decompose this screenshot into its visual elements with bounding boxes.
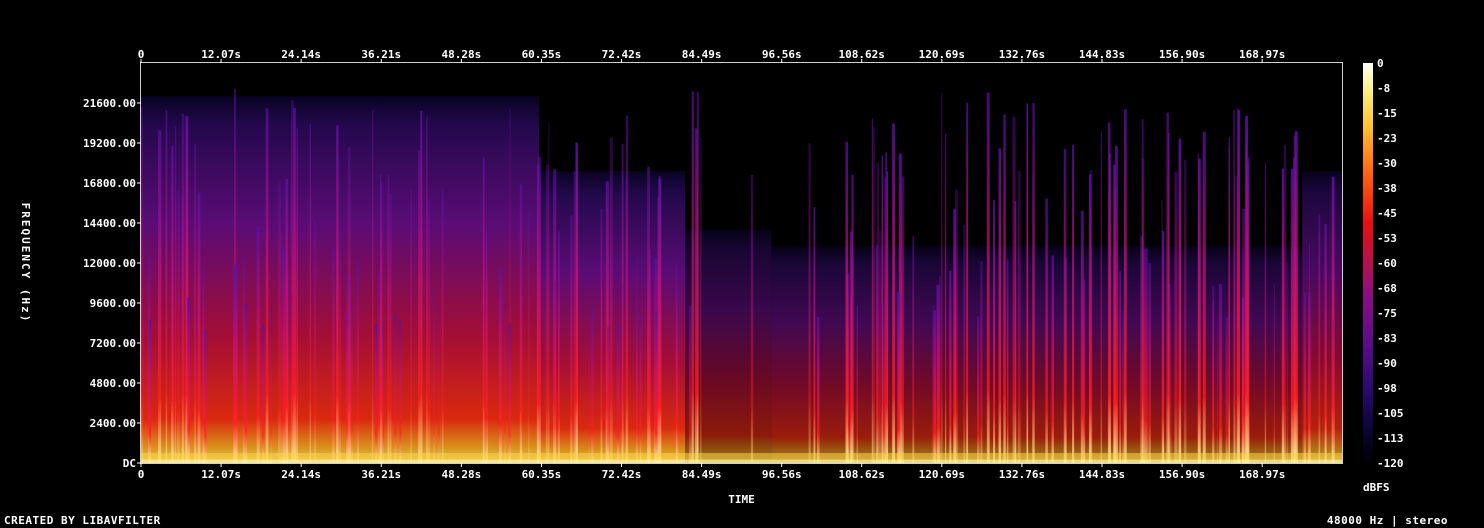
colorbar-tick-label: -15 [1377,107,1397,120]
x-tick-bottom-label: 144.83s [1079,468,1125,481]
colorbar-tick-label: -45 [1377,207,1397,220]
y-tick-label: 19200.00 [83,137,136,150]
y-tick-label: 12000.00 [83,257,136,270]
y-tick-label: 14400.00 [83,217,136,230]
x-tick-bottom-label: 36.21s [361,468,401,481]
y-axis: DC 2400.00 4800.00 7200.00 9600.00 12000.00 14… [83,97,141,470]
x-tick-bottom-label: 120.69s [919,468,965,481]
y-axis-label: FREQUENCY (Hz) [19,203,32,324]
x-tick-bottom-label: 156.90s [1159,468,1205,481]
colorbar [1363,63,1373,463]
x-tick-top-label: 108.62s [839,48,885,61]
colorbar-tick-label: -98 [1377,382,1397,395]
x-axis-bottom: 0 12.07s 24.14s 36.21s 48.28s 60.35s 72.42s 84.… [138,463,1285,481]
colorbar-tick-label: -90 [1377,357,1397,370]
footer-sample-info: 48000 Hz | stereo [1326,514,1448,527]
colorbar-tick-label: -83 [1377,332,1397,345]
colorbar-tick-label: -38 [1377,182,1397,195]
x-tick-top-label: 96.56s [762,48,802,61]
x-tick-bottom-label: 84.49s [682,468,722,481]
colorbar-tick-label: -120 [1377,457,1404,470]
plot-area [141,63,1342,464]
x-tick-top-label: 48.28s [441,48,481,61]
x-tick-bottom-label: 24.14s [281,468,321,481]
y-tick-label: 21600.00 [83,97,136,110]
footer-created-by: CREATED BY LIBAVFILTER [4,514,161,527]
x-tick-bottom-label: 0 [138,468,145,481]
colorbar-tick-label: -105 [1377,407,1404,420]
y-tick-label: 9600.00 [90,297,136,310]
colorbar-tick-label: -68 [1377,282,1397,295]
colorbar-tick-label: -23 [1377,132,1397,145]
x-tick-bottom-label: 96.56s [762,468,802,481]
colorbar-tick-label: -8 [1377,82,1390,95]
x-tick-top-label: 132.76s [999,48,1045,61]
x-tick-top-label: 24.14s [281,48,321,61]
x-tick-bottom-label: 12.07s [201,468,241,481]
x-tick-bottom-label: 108.62s [839,468,885,481]
colorbar-tick-label: -60 [1377,257,1397,270]
x-tick-top-label: 168.97s [1239,48,1285,61]
x-tick-top-label: 84.49s [682,48,722,61]
x-tick-bottom-label: 168.97s [1239,468,1285,481]
x-tick-top-label: 12.07s [201,48,241,61]
colorbar-ticks: 0 -8 -15 -23 -30 -38 -45 -53 -60 -68 -75 -83 -90 -98 -… [1377,57,1404,470]
colorbar-tick-label: -53 [1377,232,1397,245]
x-tick-top-label: 36.21s [361,48,401,61]
spectrogram-chart: 0 12.07s 24.14s 36.21s 48.28s 60.35s 72.42s 84.… [19,48,1404,506]
y-tick-label: 16800.00 [83,177,136,190]
colorbar-tick-label: -75 [1377,307,1397,320]
x-tick-top-label: 156.90s [1159,48,1205,61]
x-tick-top-label: 72.42s [602,48,642,61]
y-tick-label: 7200.00 [90,337,136,350]
y-tick-label: DC [123,457,136,470]
colorbar-tick-label: 0 [1377,57,1384,70]
x-tick-bottom-label: 132.76s [999,468,1045,481]
colorbar-tick-label: -113 [1377,432,1404,445]
colorbar-tick-label: -30 [1377,157,1397,170]
x-axis-label: TIME [728,493,755,506]
y-tick-label: 4800.00 [90,377,136,390]
x-tick-top-label: 0 [138,48,145,61]
x-axis-top: 0 12.07s 24.14s 36.21s 48.28s 60.35s 72.42s 84.… [138,48,1285,63]
x-tick-top-label: 120.69s [919,48,965,61]
x-tick-bottom-label: 48.28s [441,468,481,481]
y-tick-label: 2400.00 [90,417,136,430]
x-tick-bottom-label: 60.35s [522,468,562,481]
x-tick-bottom-label: 72.42s [602,468,642,481]
x-tick-top-label: 144.83s [1079,48,1125,61]
x-tick-top-label: 60.35s [522,48,562,61]
colorbar-label: dBFS [1363,481,1390,494]
